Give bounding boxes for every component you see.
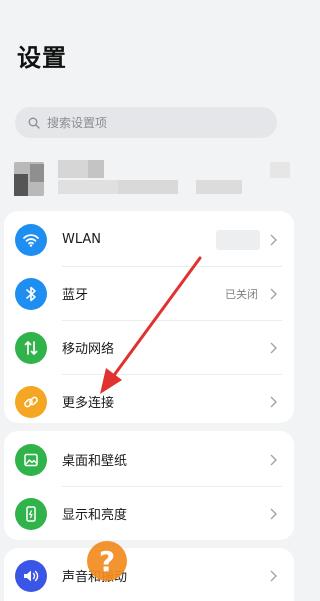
setting-label: WLAN (62, 232, 102, 247)
chevron-right-icon (268, 287, 278, 301)
chevron-right-icon (268, 341, 278, 355)
setting-label: 移动网络 (62, 342, 115, 357)
wifi-icon (15, 223, 47, 256)
image-icon (15, 443, 47, 476)
setting-label: 显示和亮度 (62, 508, 128, 523)
account-name-blur (88, 160, 104, 178)
mobile-data-icon (15, 331, 47, 364)
setting-item-display[interactable]: 显示和亮度 (4, 487, 294, 540)
bluetooth-status: 已关闭 (225, 287, 258, 301)
search-input[interactable] (47, 115, 247, 130)
connectivity-card: WLAN 蓝牙 已关闭 移动网络 更多连接 (4, 211, 294, 423)
setting-label: 桌面和壁纸 (62, 454, 128, 469)
setting-label: 更多连接 (62, 396, 115, 411)
setting-item-more-connections[interactable]: 更多连接 (4, 375, 294, 423)
page-title: 设置 (17, 44, 67, 72)
wlan-network-name-blur (216, 229, 260, 250)
setting-item-bluetooth[interactable]: 蓝牙 已关闭 (4, 267, 294, 320)
speaker-icon (15, 559, 47, 592)
account-detail-blur (58, 180, 118, 194)
setting-item-wlan[interactable]: WLAN (4, 213, 294, 266)
settings-page: 设置 搜索设置项 WLAN 蓝牙 已关闭 移动网络 更多连接 桌面和壁纸 显示和… (0, 0, 298, 601)
account-detail-blur (118, 180, 178, 194)
chevron-right-icon (268, 453, 278, 467)
display-card: 桌面和壁纸 显示和亮度 (4, 431, 294, 540)
setting-item-sound[interactable]: 声音和振动 (4, 549, 294, 601)
setting-item-wallpaper[interactable]: 桌面和壁纸 (4, 433, 294, 486)
account-name-blur (58, 160, 88, 178)
setting-label: 蓝牙 (62, 288, 89, 303)
chevron-right-icon (268, 395, 278, 409)
display-icon (15, 497, 47, 530)
account-detail-blur (196, 180, 242, 194)
bluetooth-icon (15, 277, 47, 310)
help-badge-icon: ? (87, 541, 127, 581)
link-icon (15, 385, 47, 418)
search-bar[interactable] (15, 107, 277, 138)
chevron-right-icon (268, 569, 278, 583)
avatar-pixel (14, 174, 28, 196)
account-row[interactable] (0, 150, 298, 208)
sound-card: 声音和振动 (4, 548, 294, 601)
search-icon (27, 116, 41, 130)
chevron-right-icon (268, 233, 278, 247)
chevron-right-icon (268, 507, 278, 521)
account-extra-blur (270, 162, 290, 178)
setting-item-mobile-network[interactable]: 移动网络 (4, 321, 294, 374)
avatar-pixel (30, 164, 44, 182)
